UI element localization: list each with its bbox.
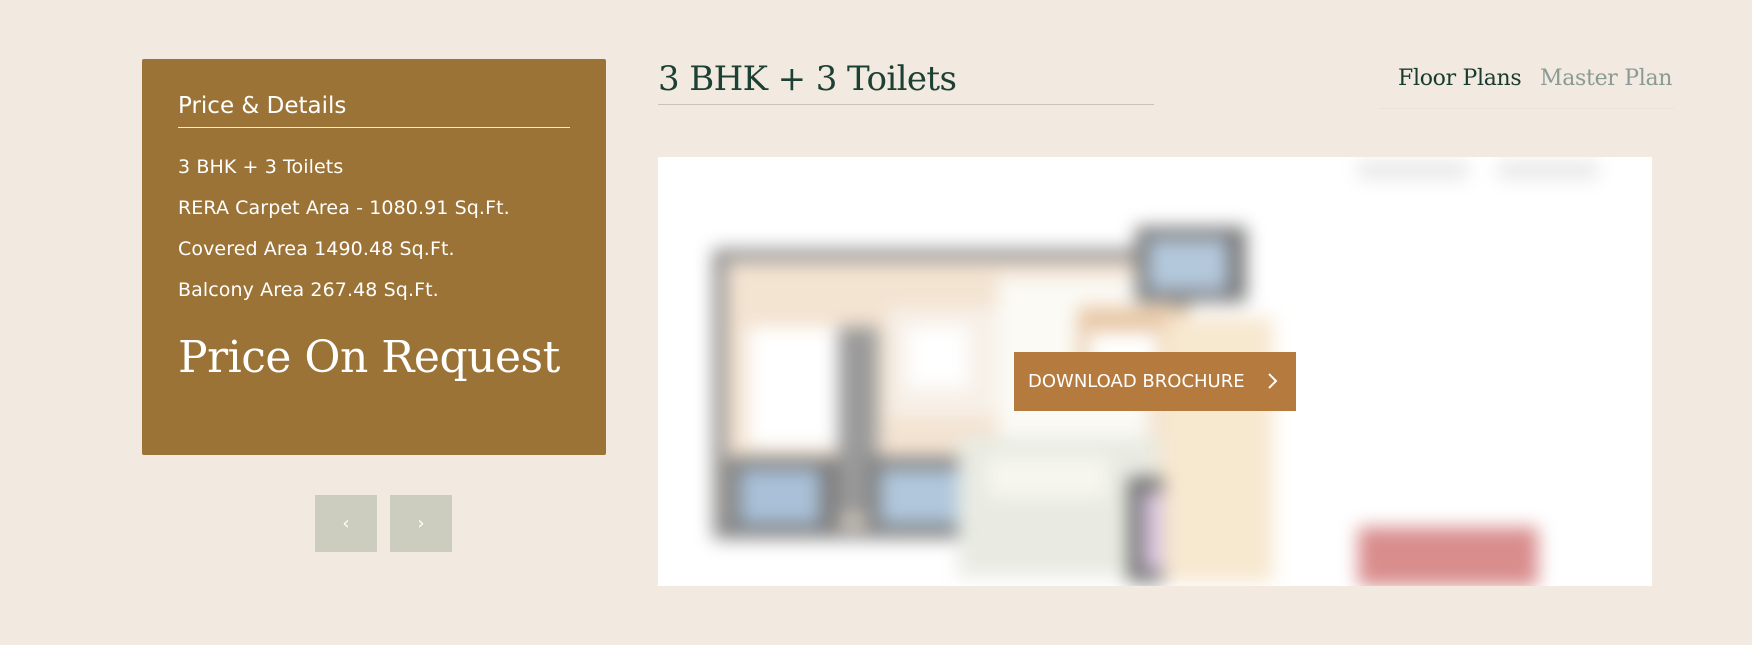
download-brochure-label: DOWNLOAD BROCHURE — [1028, 371, 1245, 392]
details-list: 3 BHK + 3 Toilets RERA Carpet Area - 108… — [178, 158, 570, 300]
plan-title: 3 BHK + 3 Toilets — [658, 62, 1154, 105]
price-details-card: Price & Details 3 BHK + 3 Toilets RERA C… — [142, 59, 606, 455]
tab-master-plan[interactable]: Master Plan — [1540, 68, 1672, 90]
price-label: Price On Request — [178, 332, 560, 383]
next-plan-button[interactable]: › — [390, 495, 452, 552]
details-heading: Price & Details — [178, 95, 570, 128]
detail-configuration: 3 BHK + 3 Toilets — [178, 156, 344, 178]
detail-covered-area: Covered Area 1490.48 Sq.Ft. — [178, 238, 455, 260]
chevron-right-icon — [1268, 373, 1278, 389]
detail-carpet-area: RERA Carpet Area - 1080.91 Sq.Ft. — [178, 197, 510, 219]
tab-floor-plans[interactable]: Floor Plans — [1398, 68, 1522, 90]
detail-balcony-area: Balcony Area 267.48 Sq.Ft. — [178, 279, 439, 301]
plan-tabs: Floor Plans Master Plan — [1378, 64, 1674, 109]
download-brochure-button[interactable]: DOWNLOAD BROCHURE — [1014, 352, 1296, 411]
previous-plan-button[interactable]: ‹ — [315, 495, 377, 552]
